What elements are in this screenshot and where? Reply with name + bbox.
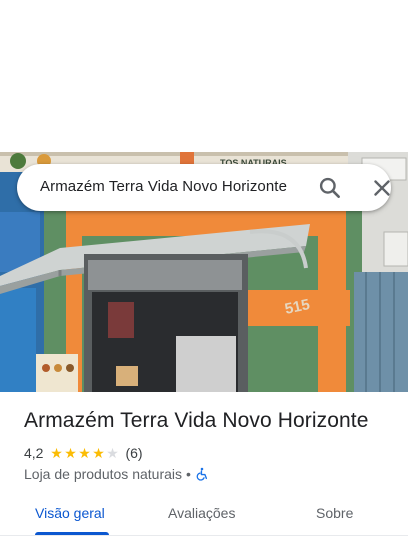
star-icon: ★ xyxy=(50,445,63,461)
star-icon: ★ xyxy=(64,445,77,461)
place-title: Armazém Terra Vida Novo Horizonte xyxy=(24,409,369,432)
tab-overview[interactable]: Visão geral xyxy=(35,505,105,521)
separator-dot: • xyxy=(186,466,191,482)
top-blank-area xyxy=(0,0,408,152)
review-count[interactable]: (6) xyxy=(125,445,142,461)
search-query[interactable]: Armazém Terra Vida Novo Horizonte xyxy=(40,178,287,195)
star-rating: ★ ★ ★ ★ ★ xyxy=(49,446,119,460)
star-icon: ★ xyxy=(92,445,105,461)
rating-row[interactable]: 4,2 ★ ★ ★ ★ ★ (6) xyxy=(24,444,143,462)
tab-reviews[interactable]: Avaliações xyxy=(168,505,235,521)
place-category: Loja de produtos naturais xyxy=(24,466,182,482)
rating-value: 4,2 xyxy=(24,445,44,461)
star-empty-icon: ★ xyxy=(106,445,119,461)
star-icon: ★ xyxy=(78,445,91,461)
search-bar[interactable]: Armazém Terra Vida Novo Horizonte xyxy=(17,164,391,211)
wheelchair-icon[interactable] xyxy=(195,467,209,481)
category-row: Loja de produtos naturais • xyxy=(24,465,209,483)
search-icon[interactable] xyxy=(317,175,343,201)
close-icon[interactable] xyxy=(369,175,395,201)
place-tabs: Visão geral Avaliações Sobre xyxy=(0,496,408,538)
tabs-divider xyxy=(0,535,408,536)
tab-about[interactable]: Sobre xyxy=(316,505,353,521)
